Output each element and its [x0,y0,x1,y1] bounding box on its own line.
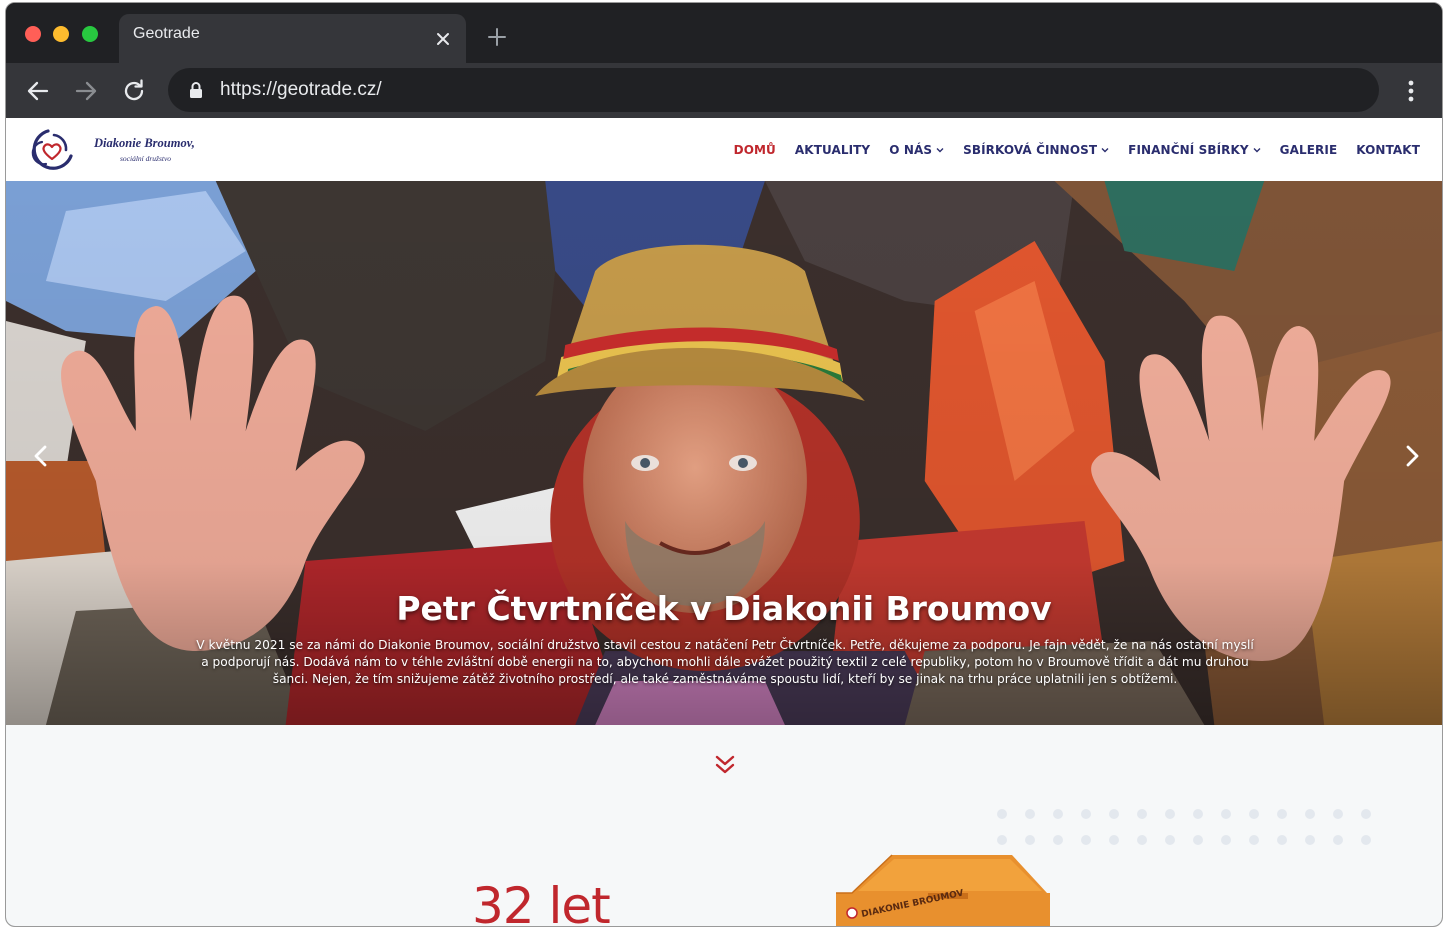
minimize-window-button[interactable] [53,26,69,42]
chevron-right-icon[interactable] [1401,443,1423,469]
nav-label: O NÁS [889,142,933,157]
nav-label: FINANČNÍ SBÍRKY [1128,142,1249,157]
collection-container-image: DIAKONIE BROUMOV [836,854,1050,926]
nav-label: KONTAKT [1356,142,1420,157]
main-navigation: DOMŮ AKTUALITY O NÁS SBÍRKOVÁ ČINNOST FI… [734,118,1420,181]
close-window-button[interactable] [25,26,41,42]
arrow-left-icon[interactable] [24,77,52,105]
heart-logo-icon [31,129,73,170]
url-text: https://geotrade.cz/ [220,79,382,100]
chevron-down-icon [936,147,944,152]
hero-title: Petr Čtvrtníček v Diakonii Broumov [396,589,1052,628]
nav-label: GALERIE [1279,142,1338,157]
nav-item-domu[interactable]: DOMŮ [734,143,776,157]
nav-item-sbirkova-cinnost[interactable]: SBÍRKOVÁ ČINNOST [963,143,1109,157]
logo-name: Diakonie Broumov, [94,136,195,150]
double-chevron-down-icon[interactable] [713,752,737,776]
nav-item-galerie[interactable]: GALERIE [1280,143,1338,157]
address-bar[interactable]: https://geotrade.cz/ [168,68,1379,112]
plus-icon[interactable] [487,27,507,47]
nav-label: DOMŮ [733,142,776,157]
decorative-dot-pattern [997,809,1371,845]
site-header: Diakonie Broumov, sociální družstvo DOMŮ… [6,118,1442,181]
close-icon[interactable] [435,31,451,47]
nav-item-kontakt[interactable]: KONTAKT [1356,143,1420,157]
title-bar: Geotrade [6,3,1442,63]
tab-title: Geotrade [133,25,200,42]
years-counter: 32 let [472,877,611,927]
arrow-right-icon[interactable] [72,77,100,105]
site-logo[interactable]: Diakonie Broumov, sociální družstvo [28,124,228,176]
nav-item-financni-sbirky[interactable]: FINANČNÍ SBÍRKY [1128,143,1261,157]
browser-window: Geotrade https://geotrade.cz/ Diakonie B… [5,2,1443,927]
nav-label: AKTUALITY [794,142,871,157]
reload-icon[interactable] [120,77,148,105]
hero-slider: Petr Čtvrtníček v Diakonii Broumov V kvě… [6,181,1442,725]
nav-label: SBÍRKOVÁ ČINNOST [963,142,1098,157]
browser-toolbar: https://geotrade.cz/ [6,63,1442,118]
nav-item-aktuality[interactable]: AKTUALITY [795,143,870,157]
hero-description: V květnu 2021 se za námi do Diakonie Bro… [196,638,1254,686]
logo-subtitle: sociální družstvo [120,154,172,163]
page-viewport: Diakonie Broumov, sociální družstvo DOMŮ… [6,118,1442,927]
kebab-menu-icon[interactable] [1401,77,1421,105]
chevron-down-icon [1253,147,1261,152]
chevron-left-icon[interactable] [30,443,52,469]
lock-icon [190,82,202,98]
browser-tab[interactable]: Geotrade [119,14,466,63]
chevron-down-icon [1101,147,1109,152]
nav-item-o-nas[interactable]: O NÁS [889,143,944,157]
maximize-window-button[interactable] [82,26,98,42]
